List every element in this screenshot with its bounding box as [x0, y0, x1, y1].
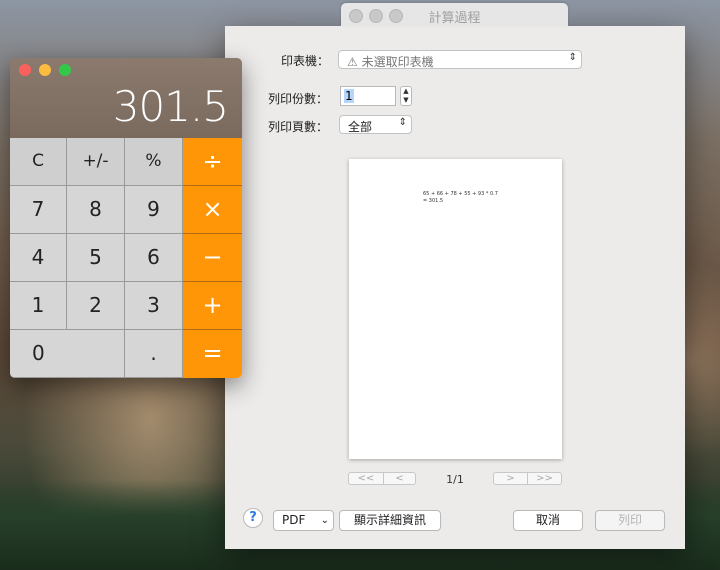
calculator-window: 301.5 C +/- % ÷ 7 8 9 × 4 5 6 − 1 2 3 + …	[10, 58, 242, 378]
chevron-down-icon: ⌄	[320, 515, 329, 526]
clear-key[interactable]: C	[10, 138, 67, 186]
pages-value: 全部	[348, 120, 373, 134]
first-page-button[interactable]: <<	[348, 472, 384, 485]
pdf-label: PDF	[282, 513, 306, 527]
two-key[interactable]: 2	[67, 282, 125, 330]
zero-key[interactable]: 0	[10, 330, 125, 378]
print-dialog-titlebar: 計算過程	[341, 3, 568, 26]
copies-value: 1	[344, 89, 354, 103]
chevron-updown-icon: ⇕	[568, 52, 577, 63]
preview-expression: 65 + 66 + 78 + 55 + 93 * 0.7	[423, 191, 498, 197]
chevron-updown-icon: ⇕	[398, 117, 407, 128]
show-details-button[interactable]: 顯示詳細資訊	[339, 510, 441, 531]
multiply-key[interactable]: ×	[183, 186, 242, 234]
six-key[interactable]: 6	[125, 234, 183, 282]
printer-select[interactable]: ⚠ 未選取印表機 ⇕	[338, 50, 582, 69]
calculator-display: 301.5	[10, 58, 242, 138]
print-button[interactable]: 列印	[595, 510, 665, 531]
cancel-button[interactable]: 取消	[513, 510, 583, 531]
close-icon[interactable]	[19, 64, 31, 76]
print-preview-page: 65 + 66 + 78 + 55 + 93 * 0.7 = 301.5	[349, 159, 562, 459]
eight-key[interactable]: 8	[67, 186, 125, 234]
decimal-key[interactable]: .	[125, 330, 183, 378]
calculator-readout: 301.5	[112, 82, 229, 131]
three-key[interactable]: 3	[125, 282, 183, 330]
copies-stepper[interactable]: ▲ ▼	[400, 86, 412, 106]
preview-result: = 301.5	[423, 198, 444, 204]
pages-label: 列印頁數：	[268, 120, 329, 134]
help-button[interactable]: ?	[243, 508, 263, 528]
copies-field[interactable]: 1	[340, 86, 396, 106]
nine-key[interactable]: 9	[125, 186, 183, 234]
one-key[interactable]: 1	[10, 282, 67, 330]
next-page-button[interactable]: >	[493, 472, 528, 485]
plus-key[interactable]: +	[183, 282, 242, 330]
seven-key[interactable]: 7	[10, 186, 67, 234]
copies-label: 列印份數：	[268, 92, 329, 106]
prev-page-button[interactable]: <	[383, 472, 416, 485]
pdf-menu-button[interactable]: PDF ⌄	[273, 510, 334, 531]
five-key[interactable]: 5	[67, 234, 125, 282]
sign-key[interactable]: +/-	[67, 138, 125, 186]
pages-select[interactable]: 全部 ⇕	[339, 115, 412, 134]
page-indicator: 1/1	[446, 473, 464, 486]
printer-value: ⚠ 未選取印表機	[347, 55, 434, 69]
zoom-icon[interactable]	[59, 64, 71, 76]
minus-key[interactable]: −	[183, 234, 242, 282]
minimize-icon[interactable]	[39, 64, 51, 76]
percent-key[interactable]: %	[125, 138, 183, 186]
last-page-button[interactable]: >>	[527, 472, 562, 485]
window-title: 計算過程	[428, 11, 481, 26]
divide-key[interactable]: ÷	[183, 138, 242, 186]
printer-label: 印表機：	[281, 54, 330, 68]
four-key[interactable]: 4	[10, 234, 67, 282]
equals-key[interactable]: =	[183, 330, 242, 378]
